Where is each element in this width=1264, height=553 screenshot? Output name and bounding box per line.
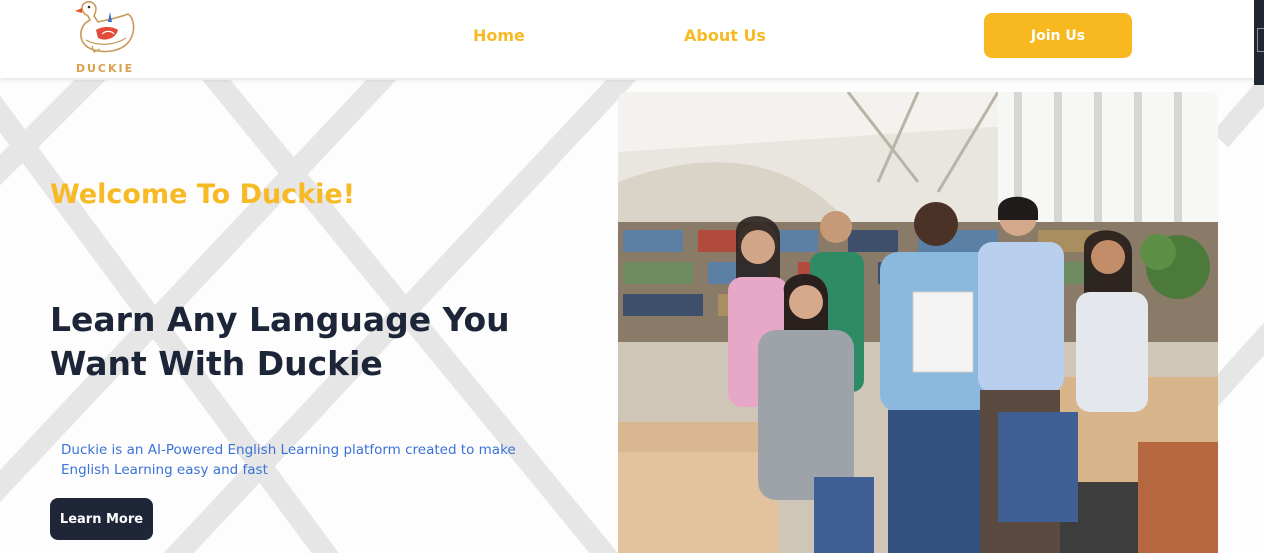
hero-headline-line-2: Want With Duckie [50,344,383,383]
join-us-button[interactable]: Join Us [984,13,1132,58]
welcome-heading: Welcome To Duckie! [50,179,356,210]
duck-logo-icon [75,1,135,53]
landing-page: DUCKIE Home About Us Join Us Welcome To … [0,0,1264,553]
brand-name: DUCKIE [75,62,135,75]
hero-description: Duckie is an AI-Powered English Learning… [61,442,516,478]
brand-logo[interactable]: DUCKIE [62,0,148,78]
nav-link-about-us[interactable]: About Us [684,26,766,45]
nav-link-home[interactable]: Home [473,26,525,45]
learn-more-button[interactable]: Learn More [50,498,153,540]
hero-headline: Learn Any Language You Want With Duckie [50,298,570,386]
students-library-photo [618,92,1218,553]
top-navbar: DUCKIE Home About Us Join Us [0,0,1264,78]
window-edge-panel [1254,0,1264,85]
library-scene-illustration [618,92,1218,553]
hero-headline-line-1: Learn Any Language You [50,300,510,339]
